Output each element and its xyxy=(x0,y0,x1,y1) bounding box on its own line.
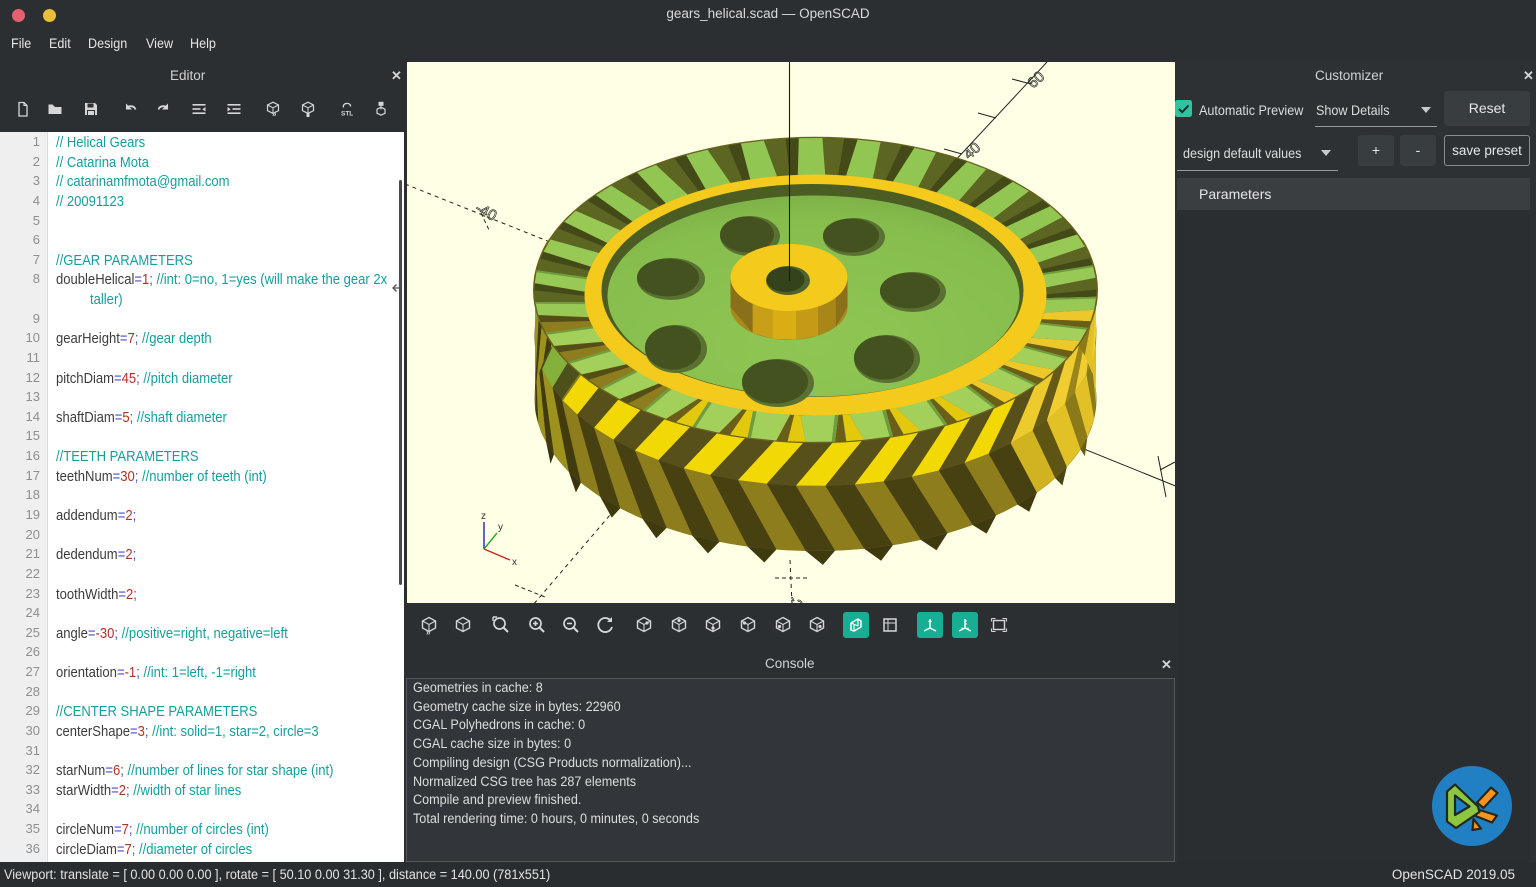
svg-text:-40: -40 xyxy=(472,200,499,225)
svg-text:60: 60 xyxy=(1024,68,1048,92)
svg-text:40: 40 xyxy=(960,139,984,163)
svg-text:-20: -20 xyxy=(785,593,810,603)
svg-text:y: y xyxy=(498,522,503,533)
svg-text:STL: STL xyxy=(341,111,353,118)
svg-text:»: » xyxy=(426,628,431,635)
svg-text:x: x xyxy=(512,557,517,568)
svg-text:z: z xyxy=(481,511,486,522)
svg-text:»: » xyxy=(272,110,277,118)
